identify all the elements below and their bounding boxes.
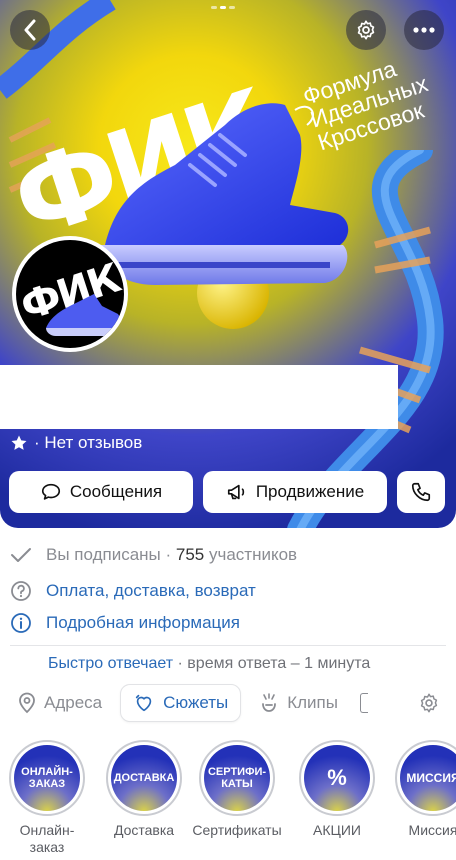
- action-buttons: Сообщения Продвижение: [9, 471, 445, 513]
- tab-stories-label: Сюжеты: [163, 693, 229, 712]
- info-icon: [11, 613, 31, 633]
- subscribed-text: Вы подписаны ·: [46, 545, 172, 564]
- community-cover: ФИК Формула Идеальных Кроссовок ФИК · Не…: [0, 0, 456, 528]
- cover-pagination: [211, 6, 235, 9]
- tab-addresses[interactable]: Адреса: [10, 684, 110, 722]
- more-button[interactable]: [404, 10, 444, 50]
- story-caption: Доставка: [113, 822, 175, 838]
- story-cover: %: [304, 745, 370, 811]
- messages-button[interactable]: Сообщения: [9, 471, 193, 513]
- chevron-left-icon: [24, 19, 36, 41]
- fast-reply-label: Быстро отвечает: [48, 655, 174, 672]
- promotion-label: Продвижение: [255, 482, 365, 501]
- story-caption: Миссия: [408, 822, 456, 838]
- location-pin-icon: [19, 692, 35, 714]
- avatar-sneaker-icon: [46, 294, 121, 336]
- story-caption: Онлайн-заказ: [19, 822, 75, 855]
- community-name-block: [0, 365, 398, 429]
- call-button[interactable]: [397, 471, 445, 513]
- megaphone-icon: [227, 484, 244, 500]
- tab-stories[interactable]: Сюжеты: [120, 684, 242, 722]
- messages-label: Сообщения: [69, 482, 163, 501]
- sneaker-image: [100, 103, 349, 285]
- story-item[interactable]: МИССИЯ Миссия: [393, 740, 456, 839]
- tabs-settings-button[interactable]: [412, 692, 440, 719]
- tab-more-partial[interactable]: [359, 693, 368, 713]
- stories-carousel: ОНЛАЙН-ЗАКАЗ Онлайн-заказ ДОСТАВКА Доста…: [0, 740, 456, 860]
- community-avatar[interactable]: ФИК: [12, 236, 128, 352]
- story-item[interactable]: % АКЦИИ: [297, 740, 377, 839]
- payment-link[interactable]: Оплата, доставка, возврат: [46, 581, 256, 601]
- details-row[interactable]: Подробная информация: [10, 612, 240, 634]
- reviews-row[interactable]: · Нет отзывов: [10, 433, 142, 453]
- story-item[interactable]: СЕРТИФИ-КАТЫ Сертификаты: [192, 740, 282, 839]
- tab-clips[interactable]: Клипы: [251, 684, 346, 722]
- message-icon: [41, 483, 60, 500]
- subscription-row[interactable]: Вы подписаны · 755 участников: [10, 545, 297, 565]
- star-icon: [11, 435, 27, 450]
- divider: [10, 645, 446, 646]
- checkmark-icon: [11, 548, 31, 562]
- reply-speed-row: Быстро отвечает · время ответа – 1 минут…: [48, 655, 370, 673]
- tab-clips-label: Клипы: [287, 693, 338, 712]
- story-cover: ОНЛАЙН-ЗАКАЗ: [14, 745, 80, 811]
- story-caption: Сертификаты: [192, 822, 282, 838]
- phone-icon: [411, 482, 431, 502]
- gear-icon: [420, 693, 438, 713]
- story-cover: ДОСТАВКА: [111, 745, 177, 811]
- settings-button[interactable]: [346, 10, 386, 50]
- back-button[interactable]: [10, 10, 50, 50]
- members-count: 755: [175, 545, 205, 564]
- story-caption: АКЦИИ: [313, 822, 361, 838]
- stories-heart-icon: [135, 694, 152, 712]
- story-cover: СЕРТИФИ-КАТЫ: [204, 745, 270, 811]
- reply-time-text: · время ответа – 1 минута: [177, 655, 371, 672]
- tab-addresses-label: Адреса: [44, 693, 103, 712]
- question-icon: [11, 581, 31, 601]
- section-tabs: Адреса Сюжеты Клипы: [10, 684, 368, 722]
- payment-info-row[interactable]: Оплата, доставка, возврат: [10, 580, 256, 602]
- clips-icon: [262, 693, 277, 712]
- promotion-button[interactable]: Продвижение: [203, 471, 387, 513]
- gear-icon: [357, 20, 375, 40]
- story-item[interactable]: ОНЛАЙН-ЗАКАЗ Онлайн-заказ: [7, 740, 87, 856]
- reviews-text: · Нет отзывов: [34, 433, 143, 452]
- details-link[interactable]: Подробная информация: [46, 613, 240, 633]
- story-cover: МИССИЯ: [400, 745, 456, 811]
- members-word: участников: [208, 545, 298, 564]
- more-dots-icon: [413, 27, 435, 33]
- story-item[interactable]: ДОСТАВКА Доставка: [104, 740, 184, 839]
